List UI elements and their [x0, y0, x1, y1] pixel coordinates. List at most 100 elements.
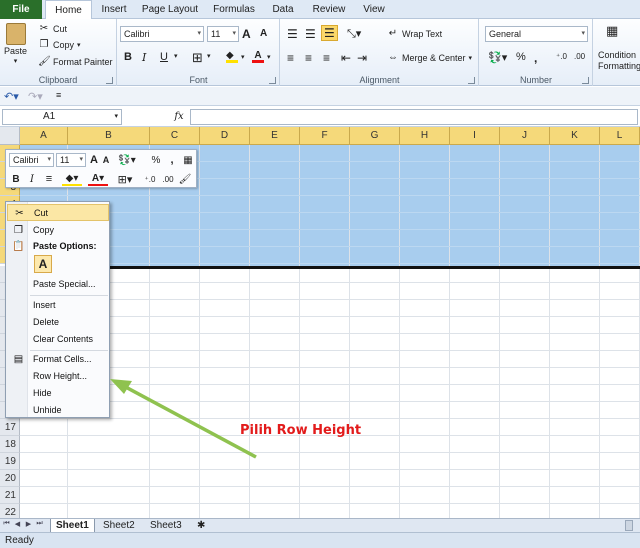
menu-item-row-height[interactable]: Row Height...: [7, 368, 109, 385]
font-color-icon[interactable]: A▾: [88, 172, 108, 186]
shrink-font-icon[interactable]: A: [100, 153, 112, 167]
dialog-launcher-icon[interactable]: [468, 77, 475, 84]
column-header-i[interactable]: I: [450, 127, 500, 145]
wrap-text-button[interactable]: ↵ Wrap Text: [387, 28, 442, 40]
sheet-tab-1[interactable]: Sheet1: [50, 519, 95, 533]
underline-button[interactable]: U: [160, 51, 168, 63]
row-header-21[interactable]: 21: [0, 487, 20, 504]
tab-insert[interactable]: Insert: [100, 0, 128, 19]
menu-item-delete[interactable]: Delete: [7, 314, 109, 331]
dialog-launcher-icon[interactable]: [269, 77, 276, 84]
row-header-18[interactable]: 18: [0, 436, 20, 453]
insert-sheet-icon[interactable]: ✱: [192, 519, 210, 533]
format-table-icon[interactable]: ▦: [182, 153, 194, 167]
currency-icon[interactable]: 💱▾: [116, 153, 138, 167]
copy-button[interactable]: ❐ Copy ▾: [38, 39, 81, 51]
column-header-a[interactable]: A: [20, 127, 68, 145]
increase-decimal-icon[interactable]: ⁺.0: [142, 172, 158, 186]
menu-item-copy[interactable]: ❐ Copy: [7, 222, 109, 239]
column-header-b[interactable]: B: [68, 127, 150, 145]
conditional-formatting-label-1[interactable]: Condition: [598, 50, 636, 60]
column-header-l[interactable]: L: [600, 127, 640, 145]
paste-button[interactable]: Paste ▾: [4, 23, 27, 65]
percent-button[interactable]: %: [516, 51, 526, 63]
merge-center-button[interactable]: ⇔ Merge & Center ▾: [387, 52, 472, 64]
borders-icon[interactable]: ⊞: [192, 50, 203, 66]
currency-icon[interactable]: 💱▾: [488, 51, 507, 64]
redo-icon[interactable]: ↷▾: [28, 90, 43, 103]
prev-sheet-icon[interactable]: ◀: [13, 520, 22, 528]
align-top-icon[interactable]: ☰: [287, 27, 298, 41]
column-header-e[interactable]: E: [250, 127, 300, 145]
column-header-h[interactable]: H: [400, 127, 450, 145]
next-sheet-icon[interactable]: ▶: [24, 520, 33, 528]
select-all-corner[interactable]: [0, 127, 20, 145]
undo-icon[interactable]: ↶▾: [4, 90, 19, 103]
font-name-select[interactable]: Calibri ▾: [120, 26, 204, 42]
comma-button[interactable]: ,: [534, 51, 537, 65]
horizontal-scrollbar-thumb[interactable]: [625, 520, 633, 531]
increase-indent-icon[interactable]: ⇥: [357, 51, 367, 65]
row-header-20[interactable]: 20: [0, 470, 20, 487]
dialog-launcher-icon[interactable]: [582, 77, 589, 84]
name-box[interactable]: A1 ▾: [2, 109, 122, 125]
last-sheet-icon[interactable]: ⏭: [35, 520, 44, 528]
align-left-icon[interactable]: ≡: [287, 51, 294, 65]
row-header-19[interactable]: 19: [0, 453, 20, 470]
customize-qat-icon[interactable]: ≡: [56, 90, 61, 100]
dialog-launcher-icon[interactable]: [106, 77, 113, 84]
menu-item-insert[interactable]: Insert: [7, 297, 109, 314]
cut-button[interactable]: ✂ Cut: [38, 23, 67, 35]
column-header-d[interactable]: D: [200, 127, 250, 145]
menu-item-paste-special[interactable]: Paste Special...: [7, 276, 109, 293]
column-header-g[interactable]: G: [350, 127, 400, 145]
tab-file[interactable]: File: [0, 0, 42, 19]
mini-bold-button[interactable]: B: [10, 172, 22, 186]
shrink-font-button[interactable]: A: [260, 28, 267, 39]
decrease-decimal-icon[interactable]: .00: [160, 172, 176, 186]
decrease-decimal-icon[interactable]: .00: [574, 52, 585, 61]
font-size-select[interactable]: 11 ▾: [207, 26, 239, 42]
tab-page-layout[interactable]: Page Layout: [140, 0, 200, 19]
font-color-button[interactable]: A ▾: [252, 50, 271, 63]
tab-formulas[interactable]: Formulas: [212, 0, 256, 19]
menu-item-clear-contents[interactable]: Clear Contents: [7, 331, 109, 348]
align-middle-icon[interactable]: ☰: [305, 27, 316, 41]
decrease-indent-icon[interactable]: ⇤: [341, 51, 351, 65]
tab-home[interactable]: Home: [45, 0, 92, 20]
align-center-icon[interactable]: ≡: [305, 51, 312, 65]
column-header-j[interactable]: J: [500, 127, 550, 145]
menu-item-format-cells[interactable]: ▤ Format Cells...: [7, 351, 109, 368]
tab-view[interactable]: View: [360, 0, 388, 19]
column-header-f[interactable]: F: [300, 127, 350, 145]
mini-size-select[interactable]: 11 ▾: [56, 153, 86, 167]
conditional-formatting-icon[interactable]: ▦: [606, 23, 618, 39]
align-right-icon[interactable]: ≡: [323, 51, 330, 65]
menu-item-unhide[interactable]: Unhide: [7, 402, 109, 419]
mini-percent-button[interactable]: %: [150, 153, 162, 167]
conditional-formatting-label-2[interactable]: Formatting: [598, 61, 640, 71]
menu-item-hide[interactable]: Hide: [7, 385, 109, 402]
brush-icon[interactable]: 🖌: [178, 172, 192, 186]
format-painter-button[interactable]: 🖌 Format Painter: [38, 56, 113, 68]
bold-button[interactable]: B: [124, 51, 132, 63]
column-header-k[interactable]: K: [550, 127, 600, 145]
mini-comma-button[interactable]: ,: [166, 153, 178, 167]
column-header-c[interactable]: C: [150, 127, 200, 145]
center-icon[interactable]: ≡: [42, 172, 56, 186]
increase-decimal-icon[interactable]: ⁺.0: [556, 52, 567, 61]
italic-button[interactable]: I: [142, 51, 146, 64]
fill-color-button[interactable]: ◆ ▾: [226, 50, 245, 63]
mini-font-select[interactable]: Calibri ▾: [9, 153, 54, 167]
sheet-tab-2[interactable]: Sheet2: [98, 519, 140, 533]
grow-font-icon[interactable]: A: [88, 153, 100, 167]
insert-function-button[interactable]: fx: [170, 109, 188, 125]
tab-review[interactable]: Review: [312, 0, 346, 19]
mini-italic-button[interactable]: I: [26, 172, 38, 186]
sheet-tab-3[interactable]: Sheet3: [145, 519, 187, 533]
align-bottom-icon[interactable]: ☰: [321, 25, 338, 41]
row-header-17[interactable]: 17: [0, 419, 20, 436]
borders-icon[interactable]: ⊞▾: [114, 172, 136, 186]
grow-font-button[interactable]: A: [242, 27, 251, 41]
menu-item-cut[interactable]: ✂ Cut: [7, 204, 109, 221]
